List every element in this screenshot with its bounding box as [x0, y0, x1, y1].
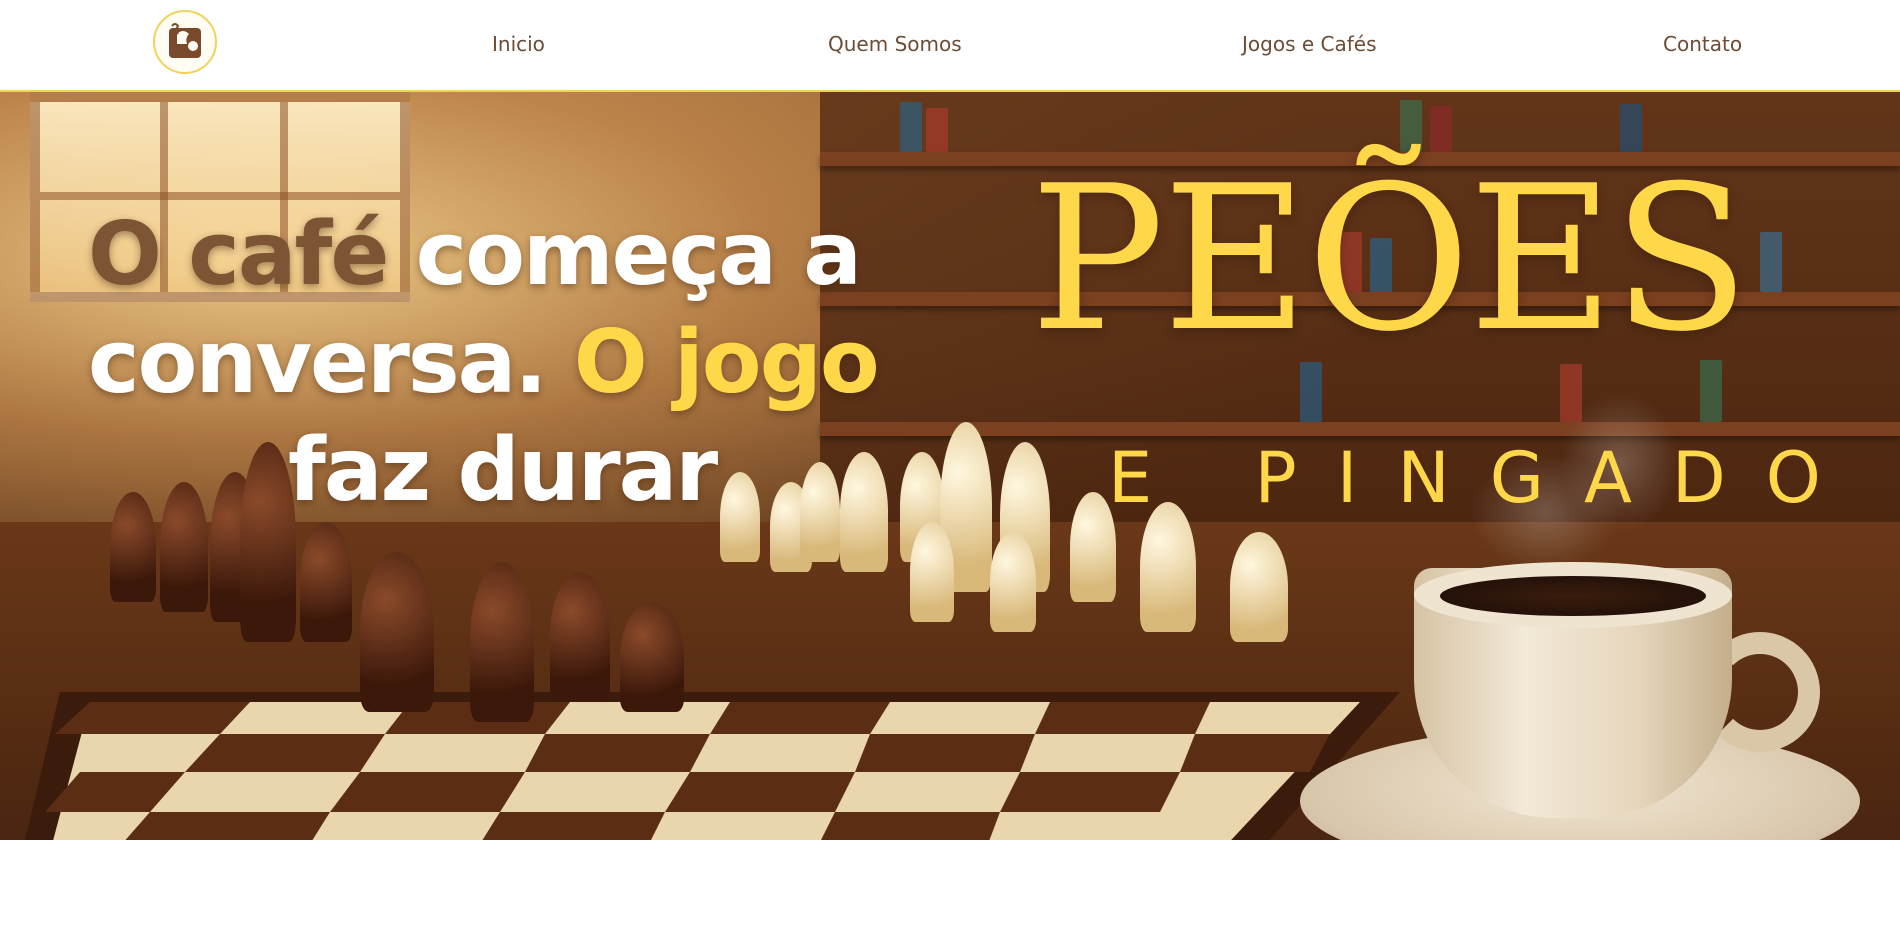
headline-part-comeca-a: começa a: [387, 203, 862, 305]
headline-part-conversa: conversa.: [88, 311, 574, 413]
hero-headline: O café começa a conversa. O jogo faz dur…: [88, 200, 908, 524]
coffee-chess-logo-icon: [169, 23, 201, 58]
headline-part-o-jogo: O jogo: [573, 311, 880, 413]
headline-part-o-cafe: O café: [88, 203, 389, 305]
nav-link-quem-somos[interactable]: Quem Somos: [828, 32, 962, 56]
nav-link-jogos-e-cafes[interactable]: Jogos e Cafés: [1242, 32, 1377, 56]
nav-link-inicio[interactable]: Inicio: [492, 32, 545, 56]
brand-subtitle: E PINGADO: [1108, 437, 1861, 519]
site-header: Inicio Quem Somos Jogos e Cafés Contato: [0, 0, 1900, 92]
logo-link[interactable]: [153, 10, 217, 74]
nav-link-contato[interactable]: Contato: [1663, 32, 1742, 56]
headline-part-faz-durar: faz durar: [288, 419, 718, 521]
brand-title: PEÕES: [1030, 143, 1750, 376]
